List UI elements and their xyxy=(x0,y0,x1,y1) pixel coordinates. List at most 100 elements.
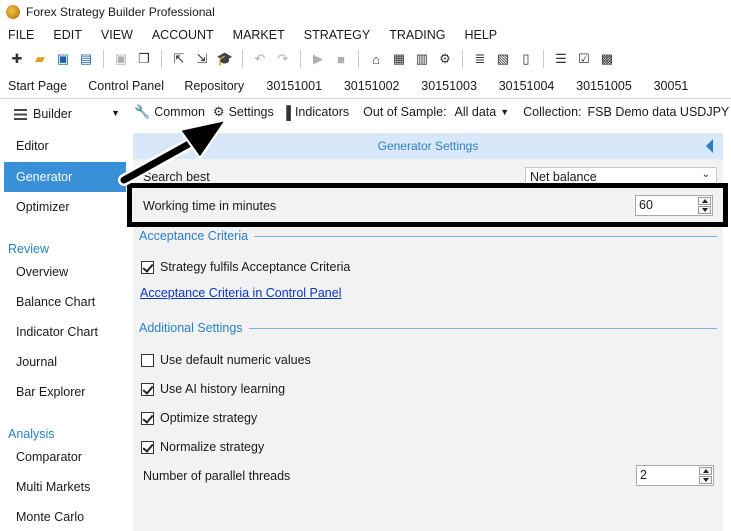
sidebar-item-multi-markets[interactable]: Multi Markets xyxy=(16,480,90,494)
new-strategy-icon[interactable]: ✚ xyxy=(8,50,26,68)
undo-icon[interactable]: ↶ xyxy=(251,50,269,68)
ai-history-checkbox[interactable] xyxy=(141,382,154,396)
play-icon[interactable]: ▶ xyxy=(309,50,327,68)
indicators-button[interactable]: ▐ Indicators xyxy=(282,105,349,120)
sidebar-item-comparator[interactable]: Comparator xyxy=(16,450,82,464)
collection-icon[interactable]: ▧ xyxy=(494,50,512,68)
tab-start-page[interactable]: Start Page xyxy=(8,79,88,93)
tab-repository[interactable]: Repository xyxy=(184,79,266,93)
checklist-icon[interactable]: ☑ xyxy=(575,50,593,68)
spinner-up-icon[interactable] xyxy=(698,197,711,205)
menu-trading[interactable]: TRADING xyxy=(389,28,445,42)
tab-control-panel[interactable]: Control Panel xyxy=(88,79,184,93)
option-normalize-row[interactable]: Normalize strategy xyxy=(141,440,264,454)
normalize-checkbox[interactable] xyxy=(141,440,154,454)
align-icon[interactable]: ☰ xyxy=(552,50,570,68)
sidebar-item-journal[interactable]: Journal xyxy=(16,355,57,369)
briefcase-icon[interactable]: ▩ xyxy=(598,50,616,68)
app-logo-icon xyxy=(6,5,20,19)
menu-bar: FILE EDIT VIEW ACCOUNT MARKET STRATEGY T… xyxy=(0,24,731,45)
acceptance-header: Acceptance Criteria xyxy=(139,229,249,243)
acceptance-checkbox[interactable] xyxy=(141,260,154,274)
document-tabs: Start Page Control Panel Repository 3015… xyxy=(0,75,731,97)
additional-header: Additional Settings xyxy=(139,321,243,335)
home-icon[interactable]: ⌂ xyxy=(367,50,385,68)
option-label: Use default numeric values xyxy=(160,353,311,367)
import-icon[interactable]: ⇲ xyxy=(193,50,211,68)
default-numeric-checkbox[interactable] xyxy=(141,353,154,367)
option-optimize-row[interactable]: Optimize strategy xyxy=(141,411,257,425)
builder-label: Builder xyxy=(33,107,72,121)
threads-value: 2 xyxy=(640,468,647,482)
sidebar-item-optimizer[interactable]: Optimizer xyxy=(16,200,69,214)
spinner-down-icon[interactable] xyxy=(699,476,712,484)
spinner-down-icon[interactable] xyxy=(698,206,711,214)
document-icon[interactable]: ▯ xyxy=(517,50,535,68)
menu-file[interactable]: FILE xyxy=(8,28,34,42)
chevron-down-icon: ⌄ xyxy=(701,169,710,180)
toolbar-separator xyxy=(103,50,104,68)
tab-strategy[interactable]: 30151001 xyxy=(266,79,343,93)
chevron-down-icon: ▼ xyxy=(500,107,510,117)
sidebar-item-overview[interactable]: Overview xyxy=(16,265,68,279)
open-folder-icon[interactable]: ▰ xyxy=(31,50,49,68)
data-icon[interactable]: ▦ xyxy=(390,50,408,68)
threads-spinner[interactable]: 2 xyxy=(636,465,714,486)
sidebar-item-monte-carlo[interactable]: Monte Carlo xyxy=(16,510,84,524)
tab-strategy[interactable]: 30151005 xyxy=(576,79,653,93)
menu-help[interactable]: HELP xyxy=(464,28,497,42)
sidebar-item-generator[interactable]: Generator xyxy=(4,162,126,192)
menu-market[interactable]: MARKET xyxy=(233,28,285,42)
graduation-cap-icon[interactable]: 🎓 xyxy=(216,50,234,68)
spinner-buttons xyxy=(698,197,711,214)
redo-icon[interactable]: ↷ xyxy=(274,50,292,68)
menu-edit[interactable]: EDIT xyxy=(53,28,81,42)
toolbar-separator xyxy=(300,50,301,68)
sidebar-item-editor[interactable]: Editor xyxy=(16,139,49,153)
stop-icon[interactable]: ■ xyxy=(332,50,350,68)
sidebar-item-bar-explorer[interactable]: Bar Explorer xyxy=(16,385,85,399)
option-label: Use AI history learning xyxy=(160,382,286,396)
spinner-buttons xyxy=(699,467,712,484)
option-label: Normalize strategy xyxy=(160,440,265,454)
list-icon[interactable]: ≣ xyxy=(471,50,489,68)
spinner-up-icon[interactable] xyxy=(699,467,712,475)
collapse-arrow-icon[interactable] xyxy=(706,139,713,153)
toolbar-separator xyxy=(242,50,243,68)
optimize-checkbox[interactable] xyxy=(141,411,154,425)
divider xyxy=(0,98,731,99)
option-label: Optimize strategy xyxy=(160,411,258,425)
calendar-icon[interactable]: ▥ xyxy=(413,50,431,68)
section-divider xyxy=(254,235,717,237)
gear-icon[interactable]: ⚙ xyxy=(436,50,454,68)
panel-title: Generator Settings xyxy=(377,139,479,153)
save-icon[interactable]: ▣ xyxy=(54,50,72,68)
menu-strategy[interactable]: STRATEGY xyxy=(304,28,370,42)
out-of-sample-dropdown[interactable]: Out of Sample: All data ▼ xyxy=(363,105,509,119)
tab-strategy[interactable]: 30151004 xyxy=(499,79,576,93)
tab-strategy[interactable]: 30151002 xyxy=(344,79,421,93)
acceptance-criteria-link[interactable]: Acceptance Criteria in Control Panel xyxy=(140,286,342,300)
option-ai-history-row[interactable]: Use AI history learning xyxy=(141,382,285,396)
builder-dropdown[interactable]: Builder ▼ xyxy=(8,103,126,125)
toolbar-separator xyxy=(161,50,162,68)
working-time-spinner[interactable]: 60 xyxy=(635,195,713,216)
sidebar-header-analysis: Analysis xyxy=(8,427,55,441)
menu-view[interactable]: VIEW xyxy=(101,28,133,42)
title-bar: Forex Strategy Builder Professional xyxy=(0,0,731,24)
menu-account[interactable]: ACCOUNT xyxy=(152,28,214,42)
acceptance-checkbox-row[interactable]: Strategy fulfils Acceptance Criteria xyxy=(141,260,350,274)
option-default-numeric-row[interactable]: Use default numeric values xyxy=(141,353,311,367)
copy-strategy-icon[interactable]: ❐ xyxy=(135,50,153,68)
save-disabled-icon[interactable]: ▣ xyxy=(112,50,130,68)
collection-selector[interactable]: Collection: FSB Demo data USDJPY xyxy=(523,105,729,119)
sidebar-header-review: Review xyxy=(8,242,49,256)
tab-strategy[interactable]: 30051 xyxy=(654,79,731,93)
save-as-icon[interactable]: ▤ xyxy=(77,50,95,68)
sidebar-item-balance-chart[interactable]: Balance Chart xyxy=(16,295,95,309)
toolbar-separator xyxy=(462,50,463,68)
export-icon[interactable]: ⇱ xyxy=(170,50,188,68)
oos-value: All data xyxy=(454,105,497,119)
sidebar-item-indicator-chart[interactable]: Indicator Chart xyxy=(16,325,98,339)
tab-strategy[interactable]: 30151003 xyxy=(421,79,498,93)
